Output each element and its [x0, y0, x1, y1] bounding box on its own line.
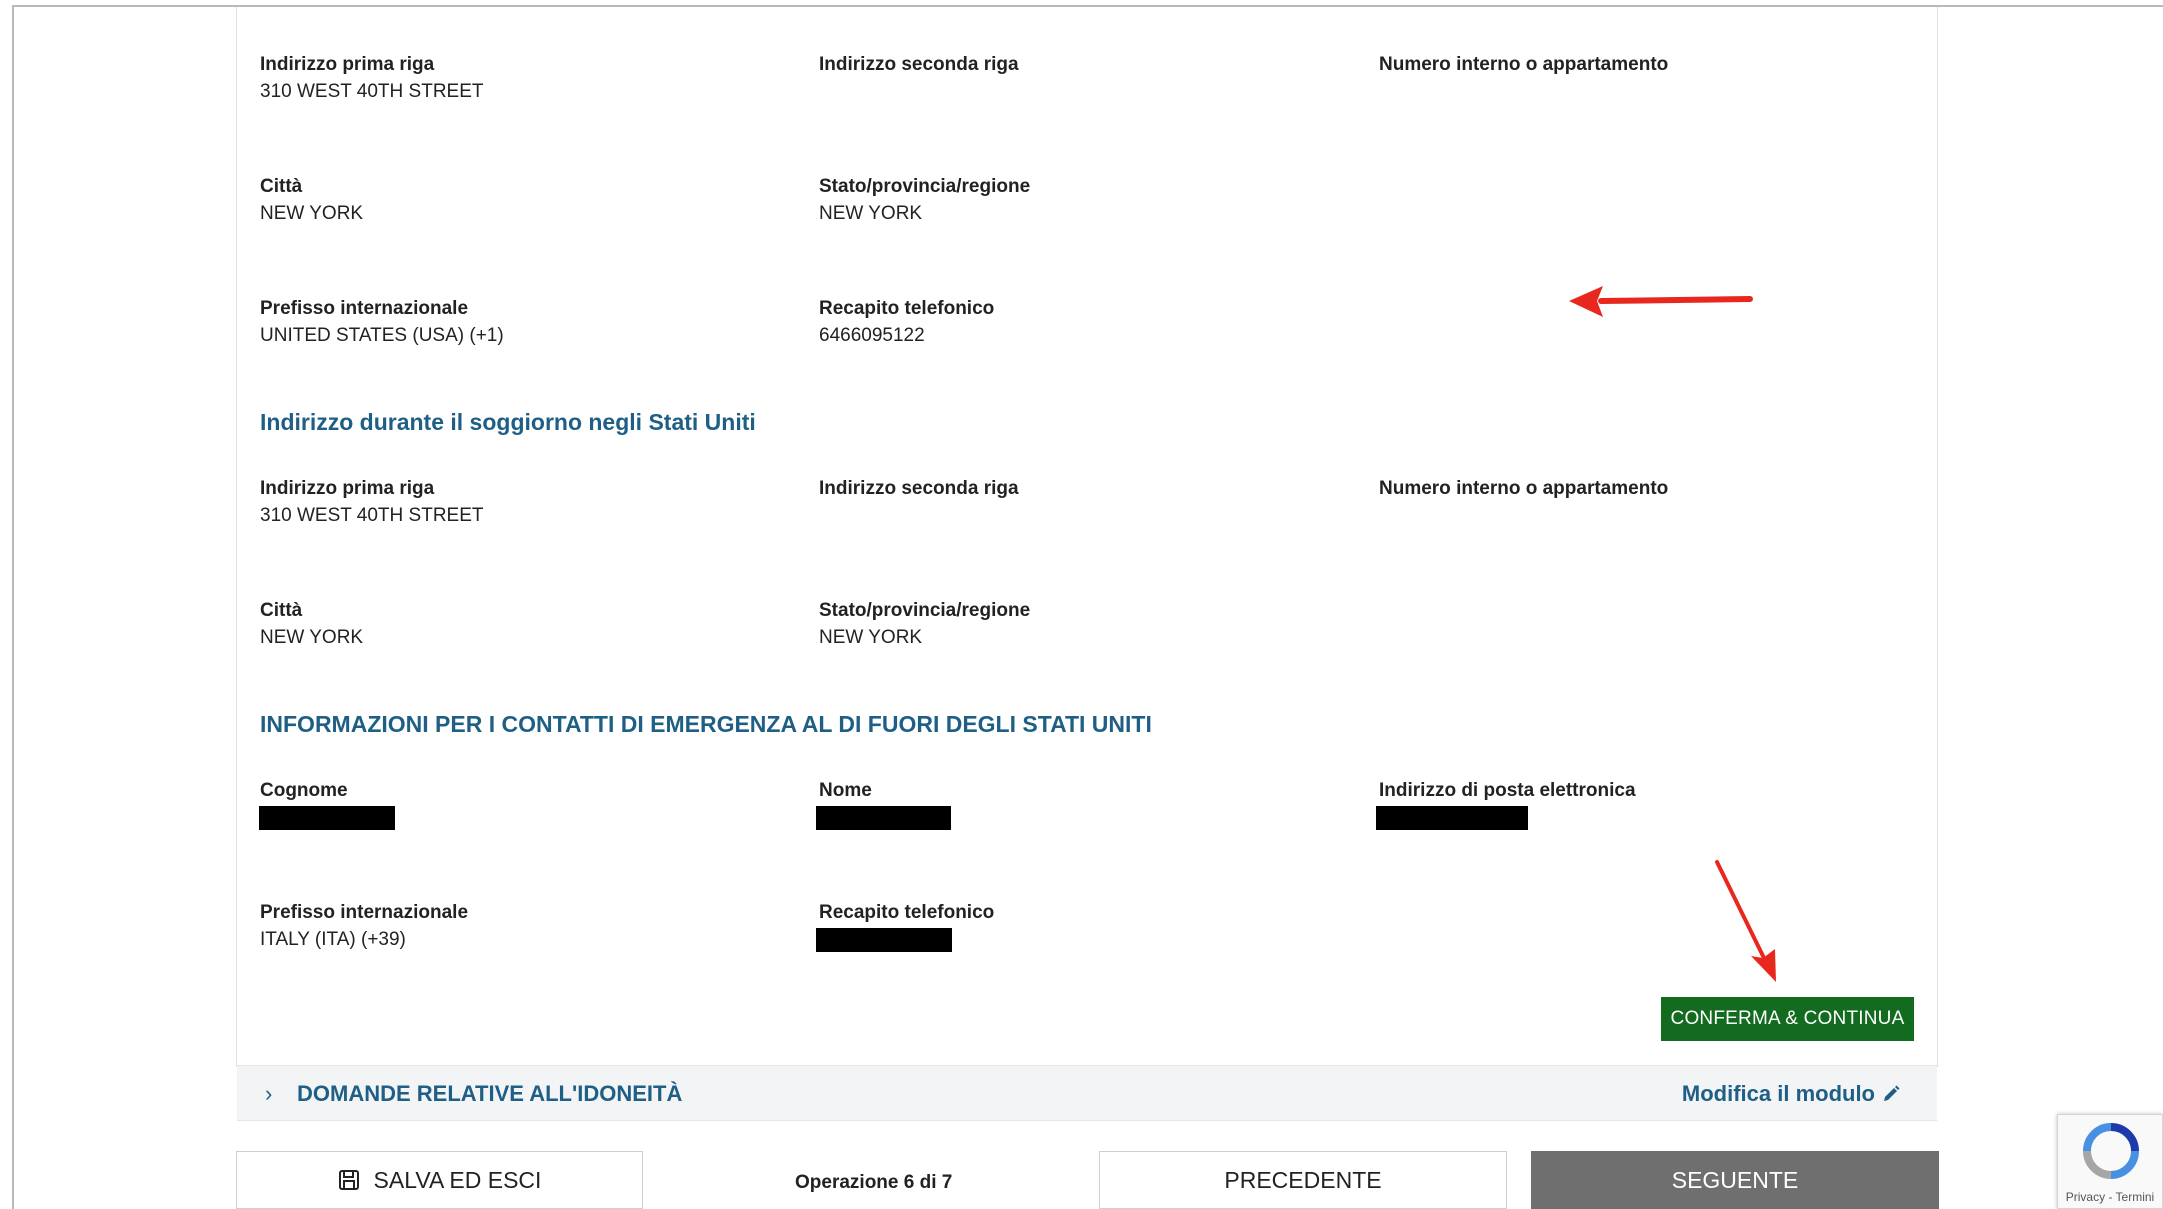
- chevron-right-icon: ›: [265, 1081, 273, 1106]
- address-line1-value: 310 WEST 40TH STREET: [260, 81, 484, 102]
- redacted-phone: [816, 928, 952, 952]
- next-button[interactable]: SEGUENTE: [1531, 1151, 1939, 1209]
- save-exit-label: SALVA ED ESCI: [373, 1166, 542, 1193]
- edit-form-link[interactable]: Modifica il modulo: [1682, 1081, 1901, 1107]
- us-address-line1-value: 310 WEST 40TH STREET: [260, 505, 484, 526]
- emergency-country-code-label: Prefisso internazionale: [260, 902, 469, 923]
- annotation-arrow-left: [1569, 286, 1753, 317]
- emergency-country-code-value: ITALY (ITA) (+39): [260, 929, 406, 950]
- apartment-label: Numero interno o appartamento: [1379, 54, 1669, 75]
- us-apartment-label: Numero interno o appartamento: [1379, 478, 1669, 499]
- country-code-value: UNITED STATES (USA) (+1): [260, 325, 504, 346]
- redacted-surname: [259, 806, 395, 830]
- form-panel: [236, 7, 1938, 1067]
- eligibility-accordion[interactable]: › DOMANDE RELATIVE ALL'IDONEITÀ Modifica…: [237, 1065, 1937, 1121]
- city-value: NEW YORK: [260, 203, 364, 224]
- step-indicator: Operazione 6 di 7: [795, 1172, 953, 1193]
- redacted-name: [816, 806, 951, 830]
- recaptcha-badge[interactable]: Privacy - Termini: [2057, 1114, 2163, 1209]
- city-label: Città: [260, 176, 303, 197]
- emergency-heading: INFORMAZIONI PER I CONTATTI DI EMERGENZA…: [260, 711, 1152, 737]
- state-label: Stato/provincia/regione: [819, 176, 1031, 197]
- address-line1-label: Indirizzo prima riga: [260, 54, 435, 75]
- country-code-label: Prefisso internazionale: [260, 298, 469, 319]
- us-address-line1-label: Indirizzo prima riga: [260, 478, 435, 499]
- emergency-name-label: Nome: [819, 780, 872, 801]
- us-state-value: NEW YORK: [819, 627, 923, 648]
- floppy-disk-icon: [338, 1170, 359, 1190]
- pencil-icon: [1884, 1085, 1900, 1101]
- us-state-label: Stato/provincia/regione: [819, 600, 1031, 621]
- address-line2-label: Indirizzo seconda riga: [819, 54, 1019, 75]
- confirm-continue-button[interactable]: CONFERMA & CONTINUA: [1661, 997, 1914, 1041]
- recaptcha-logo-icon: [2083, 1123, 2139, 1179]
- phone-label: Recapito telefonico: [819, 298, 995, 319]
- us-stay-heading: Indirizzo durante il soggiorno negli Sta…: [260, 409, 756, 435]
- save-exit-button[interactable]: SALVA ED ESCI: [236, 1151, 643, 1209]
- accordion-title: DOMANDE RELATIVE ALL'IDONEITÀ: [297, 1081, 683, 1106]
- emergency-email-label: Indirizzo di posta elettronica: [1379, 780, 1636, 801]
- previous-button[interactable]: PRECEDENTE: [1099, 1151, 1507, 1209]
- state-value: NEW YORK: [819, 203, 923, 224]
- us-city-label: Città: [260, 600, 303, 621]
- annotation-arrow-down: [1715, 860, 1776, 982]
- emergency-phone-label: Recapito telefonico: [819, 902, 995, 923]
- recaptcha-links[interactable]: Privacy - Termini: [2058, 1190, 2162, 1204]
- us-address-line2-label: Indirizzo seconda riga: [819, 478, 1019, 499]
- edit-form-label: Modifica il modulo: [1681, 1081, 1875, 1106]
- us-city-value: NEW YORK: [260, 627, 364, 648]
- phone-value: 6466095122: [819, 325, 925, 346]
- emergency-surname-label: Cognome: [260, 780, 348, 801]
- redacted-email: [1376, 806, 1528, 830]
